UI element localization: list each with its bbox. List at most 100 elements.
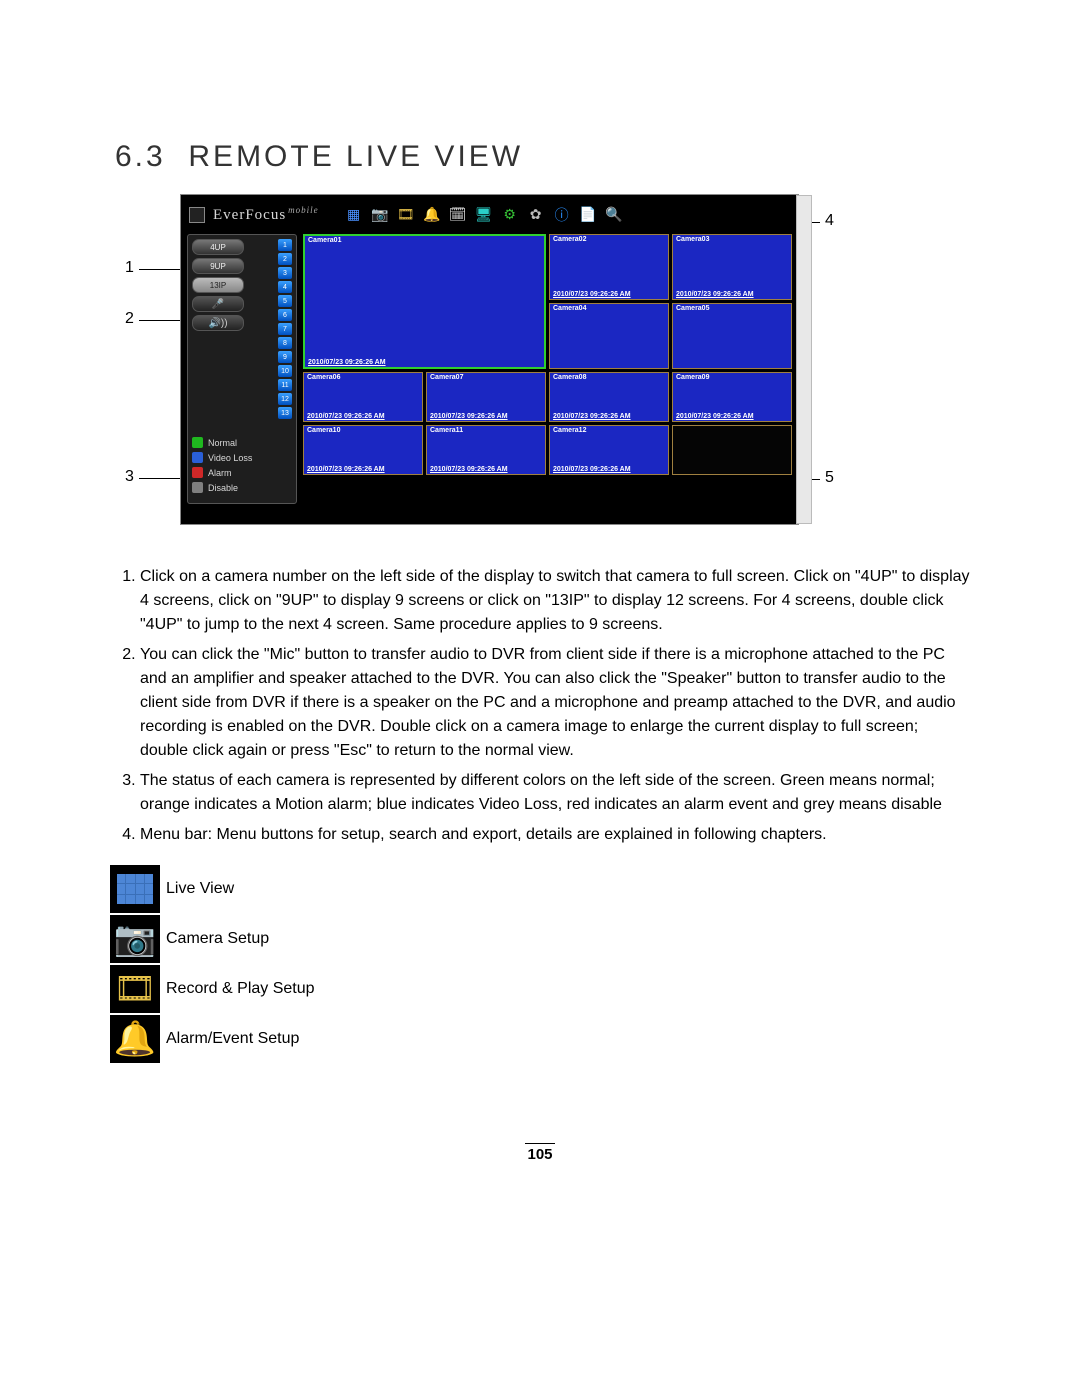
layout-13ip-button[interactable]: 13IP xyxy=(192,277,244,293)
camera-select-5[interactable]: 5 xyxy=(278,295,292,307)
camera-timestamp: 2010/07/23 09:26:26 AM xyxy=(307,466,385,473)
live-view-icon[interactable]: ▦ xyxy=(345,207,363,223)
instruction-item: You can click the "Mic" button to transf… xyxy=(140,643,970,763)
camera-tile[interactable]: Camera12 2010/07/23 09:26:26 AM xyxy=(549,425,669,475)
camera-name: Camera12 xyxy=(553,427,586,434)
legend-swatch xyxy=(192,452,203,463)
icon-label: Alarm/Event Setup xyxy=(166,1030,299,1048)
camera-timestamp: 2010/07/23 09:26:26 AM xyxy=(308,359,386,366)
camera-tile[interactable]: Camera02 2010/07/23 09:26:26 AM xyxy=(549,234,669,300)
mic-button[interactable]: 🎤 xyxy=(192,296,244,312)
callout-5: 5 xyxy=(825,469,834,487)
camera-timestamp: 2010/07/23 09:26:26 AM xyxy=(430,466,508,473)
camera-tile[interactable]: Camera08 2010/07/23 09:26:26 AM xyxy=(549,372,669,422)
camera-tile[interactable]: Camera09 2010/07/23 09:26:26 AM xyxy=(672,372,792,422)
legend-row: Alarm xyxy=(192,467,292,478)
camera-select-4[interactable]: 4 xyxy=(278,281,292,293)
camera-select-8[interactable]: 8 xyxy=(278,337,292,349)
legend-swatch xyxy=(192,437,203,448)
title-bar: EverFocusmobile ▦ 📷 🎞 🔔 🗓 🖥 ⚙ ✿ ⓘ 📄 🔍 xyxy=(187,201,792,234)
camera-timestamp: 2010/07/23 09:26:26 AM xyxy=(553,413,631,420)
menu-icon-legend: Live View 📷 Camera Setup 🎞 Record & Play… xyxy=(110,865,970,1063)
camera-select-2[interactable]: 2 xyxy=(278,253,292,265)
camera-select-7[interactable]: 7 xyxy=(278,323,292,335)
camera-timestamp: 2010/07/23 09:26:26 AM xyxy=(553,466,631,473)
icon-label: Camera Setup xyxy=(166,930,269,948)
legend-label: Video Loss xyxy=(208,453,252,463)
camera-tile[interactable]: Camera10 2010/07/23 09:26:26 AM xyxy=(303,425,423,475)
legend-row: Normal xyxy=(192,437,292,448)
camera-select-9[interactable]: 9 xyxy=(278,351,292,363)
camera-select-3[interactable]: 3 xyxy=(278,267,292,279)
section-heading: 6.3 REMOTE LIVE VIEW xyxy=(115,140,1080,174)
camera-name: Camera02 xyxy=(553,236,586,243)
figure: 1 2 3 4 5 EverFocusmobile ▦ 📷 🎞 🔔 🗓 🖥 xyxy=(0,194,1080,525)
callout-1: 1 xyxy=(125,259,134,277)
camera-name: Camera06 xyxy=(307,374,340,381)
legend-swatch xyxy=(192,467,203,478)
network-icon[interactable]: ⚙ xyxy=(501,207,519,223)
camera-tile[interactable]: Camera07 2010/07/23 09:26:26 AM xyxy=(426,372,546,422)
page-footer: 105 xyxy=(0,1143,1080,1164)
camera-tile-blank[interactable] xyxy=(672,425,792,475)
legend-swatch xyxy=(192,482,203,493)
instruction-item: Menu bar: Menu buttons for setup, search… xyxy=(140,823,970,847)
icon-label: Live View xyxy=(166,880,234,898)
camera-select-10[interactable]: 10 xyxy=(278,365,292,377)
live-view-icon xyxy=(110,865,160,913)
legend-row: Video Loss xyxy=(192,452,292,463)
camera-timestamp: 2010/07/23 09:26:26 AM xyxy=(676,291,754,298)
camera-name: Camera03 xyxy=(676,236,709,243)
camera-tile[interactable]: Camera11 2010/07/23 09:26:26 AM xyxy=(426,425,546,475)
dvr-app-window: EverFocusmobile ▦ 📷 🎞 🔔 🗓 🖥 ⚙ ✿ ⓘ 📄 🔍 xyxy=(180,194,799,525)
legend-label: Disable xyxy=(208,483,238,493)
layout-9up-button[interactable]: 9UP xyxy=(192,258,244,274)
icon-label: Record & Play Setup xyxy=(166,980,315,998)
alarm-event-icon: 🔔 xyxy=(110,1015,160,1063)
camera-tile[interactable]: Camera01 2010/07/23 09:26:26 AM xyxy=(303,234,546,369)
search-icon[interactable]: 🔍 xyxy=(605,207,623,223)
camera-select-6[interactable]: 6 xyxy=(278,309,292,321)
record-icon[interactable]: 🎞 xyxy=(397,207,415,223)
camera-timestamp: 2010/07/23 09:26:26 AM xyxy=(676,413,754,420)
alarm-icon[interactable]: 🔔 xyxy=(423,207,441,223)
camera-name: Camera09 xyxy=(676,374,709,381)
camera-name: Camera07 xyxy=(430,374,463,381)
camera-name: Camera11 xyxy=(430,427,463,434)
record-play-icon: 🎞 xyxy=(110,965,160,1013)
camera-tile[interactable]: Camera04 xyxy=(549,303,669,369)
schedule-icon[interactable]: 🗓 xyxy=(449,207,467,223)
legend-row: Disable xyxy=(192,482,292,493)
legend-label: Alarm xyxy=(208,468,232,478)
camera-name: Camera04 xyxy=(553,305,586,312)
menu-bar: ▦ 📷 🎞 🔔 🗓 🖥 ⚙ ✿ ⓘ 📄 🔍 xyxy=(345,207,623,223)
instruction-item: The status of each camera is represented… xyxy=(140,769,970,817)
log-icon[interactable]: 📄 xyxy=(579,207,597,223)
camera-setup-icon: 📷 xyxy=(110,915,160,963)
settings-icon[interactable]: ✿ xyxy=(527,207,545,223)
logo-icon xyxy=(189,207,205,223)
callout-4: 4 xyxy=(825,212,834,230)
camera-timestamp: 2010/07/23 09:26:26 AM xyxy=(430,413,508,420)
camera-tile[interactable]: Camera03 2010/07/23 09:26:26 AM xyxy=(672,234,792,300)
page-number: 105 xyxy=(527,1146,552,1163)
camera-name: Camera10 xyxy=(307,427,340,434)
display-icon[interactable]: 🖥 xyxy=(475,207,493,223)
camera-select-13[interactable]: 13 xyxy=(278,407,292,419)
layout-4up-button[interactable]: 4UP xyxy=(192,239,244,255)
camera-select-1[interactable]: 1 xyxy=(278,239,292,251)
camera-tile[interactable]: Camera062010/07/23 09:26:26 AM xyxy=(303,372,423,422)
camera-select-11[interactable]: 11 xyxy=(278,379,292,391)
camera-icon[interactable]: 📷 xyxy=(371,207,389,223)
legend-label: Normal xyxy=(208,438,237,448)
info-icon[interactable]: ⓘ xyxy=(553,207,571,223)
camera-name: Camera01 xyxy=(308,237,341,244)
brand-label: EverFocusmobile xyxy=(213,205,319,224)
speaker-button[interactable]: 🔊)) xyxy=(192,315,244,331)
camera-name: Camera08 xyxy=(553,374,586,381)
scrollbar[interactable] xyxy=(796,195,812,524)
camera-select-12[interactable]: 12 xyxy=(278,393,292,405)
instruction-list: Click on a camera number on the left sid… xyxy=(110,565,970,847)
camera-tile[interactable]: Camera05 xyxy=(672,303,792,369)
camera-timestamp: 2010/07/23 09:26:26 AM xyxy=(553,291,631,298)
